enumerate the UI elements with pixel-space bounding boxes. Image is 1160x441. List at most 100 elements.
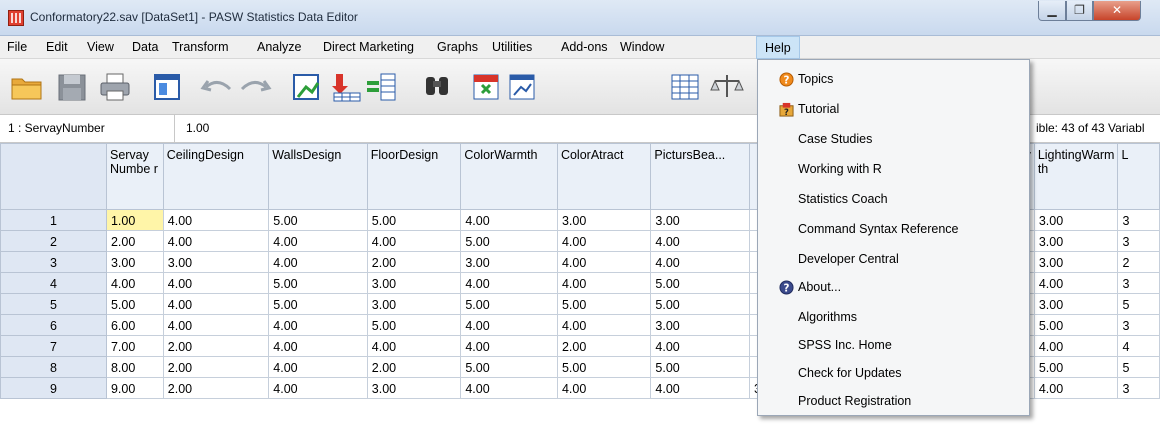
grid-cell[interactable]: 2.00 (366, 251, 462, 273)
grid-cell[interactable]: 5.00 (460, 356, 558, 378)
variables-icon[interactable] (365, 71, 399, 103)
grid-cell[interactable]: 3 (1117, 230, 1160, 252)
close-button[interactable]: ✕ (1093, 1, 1141, 21)
help-menu-case-studies[interactable]: Case Studies (759, 127, 1028, 152)
menu-edit[interactable]: Edit (46, 40, 68, 54)
grid-cell[interactable]: 3.00 (366, 272, 462, 294)
split-file-icon[interactable] (668, 71, 702, 103)
grid-cell[interactable]: 4.00 (268, 251, 368, 273)
grid-cell[interactable]: 5.00 (556, 356, 652, 378)
grid-cell[interactable]: 5.00 (268, 272, 368, 294)
menu-transform[interactable]: Transform (172, 40, 229, 54)
help-menu-statistics-coach[interactable]: Statistics Coach (759, 187, 1028, 212)
grid-cell[interactable]: 3.00 (366, 377, 462, 399)
column-header[interactable]: LightingWarm th (1033, 143, 1119, 210)
row-number[interactable]: 1 (0, 209, 107, 231)
cell-value-input[interactable]: 1.00 (186, 121, 209, 135)
save-icon[interactable] (55, 71, 89, 103)
grid-cell[interactable]: 4.00 (650, 230, 750, 252)
help-menu-product-registration[interactable]: Product Registration (759, 389, 1028, 414)
menu-analyze[interactable]: Analyze (257, 40, 301, 54)
grid-cell[interactable]: 2.00 (162, 356, 270, 378)
grid-cell[interactable]: 2.00 (105, 230, 164, 252)
grid-cell[interactable]: 4.00 (650, 377, 750, 399)
menu-utilities[interactable]: Utilities (492, 40, 532, 54)
open-folder-icon[interactable] (10, 71, 44, 103)
grid-cell[interactable]: 3.00 (1033, 251, 1119, 273)
grid-cell[interactable]: 4.00 (1033, 272, 1119, 294)
grid-cell[interactable]: 4.00 (556, 314, 652, 336)
dialog-recall-icon[interactable] (150, 71, 184, 103)
grid-cell[interactable]: 3.00 (650, 209, 750, 231)
grid-cell[interactable]: 4.00 (268, 377, 368, 399)
grid-cell[interactable]: 3.00 (105, 251, 164, 273)
grid-cell[interactable]: 3 (1117, 272, 1160, 294)
grid-cell[interactable]: 5.00 (460, 293, 558, 315)
menu-view[interactable]: View (87, 40, 114, 54)
grid-cell[interactable]: 3.00 (162, 251, 270, 273)
column-header[interactable]: WallsDesign (268, 143, 368, 210)
column-header[interactable]: PictursBea... (650, 143, 750, 210)
grid-cell[interactable]: 4.00 (162, 272, 270, 294)
grid-cell[interactable]: 3.00 (556, 209, 652, 231)
grid-cell[interactable]: 5.00 (650, 293, 750, 315)
grid-cell[interactable]: 4.00 (366, 230, 462, 252)
grid-cell[interactable]: 3 (1117, 209, 1160, 231)
menu-file[interactable]: File (7, 40, 27, 54)
row-number[interactable]: 6 (0, 314, 107, 336)
grid-cell[interactable]: 4.00 (556, 251, 652, 273)
grid-cell[interactable]: 5.00 (460, 230, 558, 252)
column-header[interactable]: ColorWarmth (460, 143, 558, 210)
help-menu-about[interactable]: ? About... (759, 275, 1028, 300)
grid-cell[interactable]: 4.00 (460, 272, 558, 294)
undo-icon[interactable] (200, 71, 234, 103)
grid-cell[interactable]: 4.00 (460, 335, 558, 357)
grid-cell[interactable]: 4.00 (1033, 377, 1119, 399)
grid-cell[interactable]: 4.00 (162, 230, 270, 252)
grid-corner[interactable] (0, 143, 107, 210)
row-number[interactable]: 2 (0, 230, 107, 252)
row-number[interactable]: 3 (0, 251, 107, 273)
grid-cell[interactable]: 4.00 (556, 377, 652, 399)
grid-cell[interactable]: 5 (1117, 293, 1160, 315)
column-header[interactable]: ColorAtract (556, 143, 652, 210)
grid-cell[interactable]: 3.00 (366, 293, 462, 315)
menu-graphs[interactable]: Graphs (437, 40, 478, 54)
grid-cell[interactable]: 2.00 (366, 356, 462, 378)
help-menu-spss-home[interactable]: SPSS Inc. Home (759, 333, 1028, 358)
grid-cell[interactable]: 2.00 (556, 335, 652, 357)
help-menu-developer-central[interactable]: Developer Central (759, 247, 1028, 272)
grid-cell[interactable]: 4.00 (460, 377, 558, 399)
column-header[interactable]: CeilingDesign (162, 143, 270, 210)
grid-cell[interactable]: 4 (1117, 335, 1160, 357)
grid-cell[interactable]: 4.00 (268, 356, 368, 378)
minimize-button[interactable]: ▁ (1038, 1, 1066, 21)
row-number[interactable]: 7 (0, 335, 107, 357)
grid-cell[interactable]: 4.00 (162, 293, 270, 315)
grid-cell[interactable]: 4.00 (1033, 335, 1119, 357)
grid-cell[interactable]: 5.00 (268, 293, 368, 315)
grid-cell[interactable]: 5.00 (556, 293, 652, 315)
help-menu-algorithms[interactable]: Algorithms (759, 305, 1028, 330)
grid-cell[interactable]: 3 (1117, 377, 1160, 399)
grid-cell[interactable]: 5.00 (366, 209, 462, 231)
grid-cell[interactable]: 8.00 (105, 356, 164, 378)
grid-cell[interactable]: 7.00 (105, 335, 164, 357)
grid-cell[interactable]: 1.00 (105, 209, 164, 231)
grid-cell[interactable]: 3.00 (1033, 293, 1119, 315)
grid-cell[interactable]: 4.00 (105, 272, 164, 294)
grid-cell[interactable]: 3.00 (1033, 209, 1119, 231)
maximize-button[interactable]: ❐ (1066, 1, 1093, 21)
menu-data[interactable]: Data (132, 40, 158, 54)
print-icon[interactable] (98, 71, 132, 103)
grid-cell[interactable]: 4.00 (556, 272, 652, 294)
grid-cell[interactable]: 9.00 (105, 377, 164, 399)
row-number[interactable]: 8 (0, 356, 107, 378)
column-header[interactable]: Servay Numbe r (105, 143, 164, 210)
grid-cell[interactable]: 4.00 (650, 251, 750, 273)
grid-cell[interactable]: 2.00 (162, 335, 270, 357)
find-icon[interactable] (420, 71, 454, 103)
grid-cell[interactable]: 4.00 (650, 335, 750, 357)
grid-cell[interactable]: 5.00 (1033, 356, 1119, 378)
grid-cell[interactable]: 5.00 (650, 272, 750, 294)
